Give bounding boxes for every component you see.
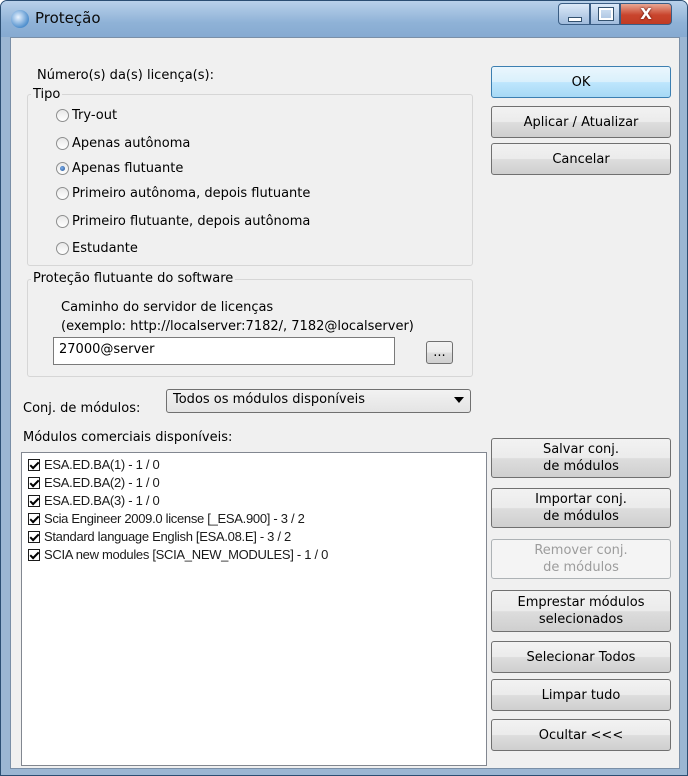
hide-button[interactable]: Ocultar <<< — [491, 719, 671, 751]
radio-button[interactable] — [56, 137, 69, 150]
button-line: de módulos — [543, 560, 619, 575]
module-name: SCIA new modules [SCIA_NEW_MODULES] - 1 … — [44, 547, 329, 562]
hide-label: Ocultar <<< — [538, 727, 624, 743]
module-name: ESA.ED.BA(3) - 1 / 0 — [44, 493, 160, 508]
borrow-modules-button[interactable]: Emprestar módulos selecionados — [491, 590, 671, 632]
module-set-dropdown[interactable]: Todos os módulos disponíveis — [166, 389, 471, 413]
license-numbers-label: Número(s) da(s) licença(s): — [37, 68, 214, 83]
button-line: Importar conj. — [535, 492, 627, 507]
module-checkbox[interactable] — [28, 477, 40, 489]
server-path-input[interactable]: 27000@server — [53, 337, 395, 365]
modules-label: Módulos comerciais disponíveis: — [23, 430, 233, 445]
radio-button-selected[interactable] — [56, 162, 69, 175]
radio-label: Try-out — [72, 108, 118, 123]
tipo-legend: Tipo — [31, 87, 63, 102]
module-checkbox[interactable] — [28, 513, 40, 525]
module-checkbox[interactable] — [28, 531, 40, 543]
radio-button[interactable] — [56, 215, 69, 228]
button-line: selecionados — [538, 612, 624, 627]
save-module-set-button[interactable]: Salvar conj. de módulos — [491, 438, 671, 478]
module-name: ESA.ED.BA(2) - 1 / 0 — [44, 475, 160, 490]
clear-all-label: Limpar tudo — [541, 687, 621, 703]
module-checkbox[interactable] — [28, 549, 40, 561]
save-module-set-label: Salvar conj. de módulos — [492, 439, 670, 477]
browse-button[interactable]: ... — [426, 341, 453, 364]
minimize-button[interactable] — [558, 3, 590, 25]
module-checkbox[interactable] — [28, 495, 40, 507]
button-line: de módulos — [543, 509, 619, 524]
import-module-set-label: Importar conj. de módulos — [492, 489, 670, 527]
cancel-label: Cancelar — [552, 151, 610, 167]
radio-label: Apenas autônoma — [72, 136, 191, 151]
window-title: Proteção — [35, 9, 101, 27]
app-icon — [11, 10, 29, 28]
module-set-label: Conj. de módulos: — [23, 401, 141, 416]
remove-module-set-button[interactable]: Remover conj. de módulos — [491, 539, 671, 579]
maximize-button[interactable] — [590, 3, 620, 25]
floating-protection-legend: Proteção flutuante do software — [31, 271, 236, 286]
import-module-set-button[interactable]: Importar conj. de módulos — [491, 488, 671, 528]
ok-button[interactable]: OK — [491, 66, 671, 98]
radio-label: Estudante — [72, 241, 138, 256]
module-name: Scia Engineer 2009.0 license [_ESA.900] … — [44, 511, 305, 526]
select-all-label: Selecionar Todos — [526, 649, 636, 665]
button-line: Emprestar módulos — [517, 595, 645, 610]
module-name: ESA.ED.BA(1) - 1 / 0 — [44, 457, 160, 472]
modules-listbox[interactable]: ESA.ED.BA(1) - 1 / 0 ESA.ED.BA(2) - 1 / … — [21, 452, 487, 766]
module-name: Standard language English [ESA.08.E] - 3… — [44, 529, 291, 544]
select-all-button[interactable]: Selecionar Todos — [491, 641, 671, 673]
close-icon: X — [640, 5, 652, 23]
radio-label: Primeiro autônoma, depois flutuante — [72, 186, 311, 201]
title-bar[interactable]: Proteção X — [1, 1, 687, 37]
borrow-modules-label: Emprestar módulos selecionados — [492, 591, 670, 631]
remove-module-set-label: Remover conj. de módulos — [492, 540, 670, 578]
protection-dialog: Proteção X Número(s) da(s) licença(s): T… — [0, 0, 688, 776]
radio-button[interactable] — [56, 242, 69, 255]
button-line: de módulos — [543, 459, 619, 474]
apply-update-button[interactable]: Aplicar / Atualizar — [491, 106, 671, 138]
button-line: Remover conj. — [534, 543, 628, 558]
radio-label: Apenas flutuante — [72, 161, 184, 176]
dialog-body: Número(s) da(s) licença(s): Tipo Try-out… — [10, 37, 680, 769]
maximize-icon — [598, 7, 614, 21]
cancel-button[interactable]: Cancelar — [491, 143, 671, 175]
radio-label: Primeiro flutuante, depois autônoma — [72, 214, 311, 229]
button-line: Salvar conj. — [542, 442, 620, 457]
clear-all-button[interactable]: Limpar tudo — [491, 679, 671, 711]
module-checkbox[interactable] — [28, 459, 40, 471]
dropdown-arrow-icon — [454, 397, 464, 403]
radio-button[interactable] — [56, 187, 69, 200]
ok-label: OK — [571, 74, 591, 90]
server-path-label: Caminho do servidor de licenças — [61, 300, 274, 315]
apply-label: Aplicar / Atualizar — [523, 114, 639, 130]
server-example-label: (exemplo: http://localserver:7182/, 7182… — [61, 319, 414, 334]
browse-label: ... — [433, 345, 446, 360]
module-set-selected: Todos os módulos disponíveis — [173, 392, 366, 407]
close-button[interactable]: X — [620, 3, 672, 25]
minimize-icon — [568, 17, 582, 22]
radio-button[interactable] — [56, 109, 69, 122]
